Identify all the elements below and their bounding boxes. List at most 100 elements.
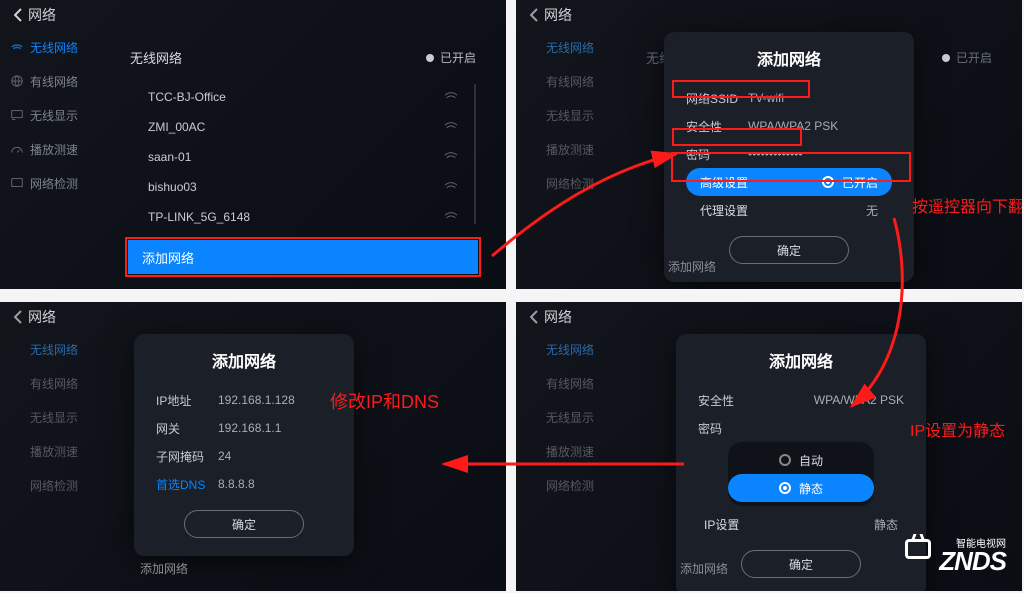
- sidebar-item-label: 无线网络: [30, 39, 78, 56]
- sidebar-item-display[interactable]: 无线显示: [0, 98, 96, 132]
- globe-icon: [526, 74, 540, 88]
- gauge-icon: [10, 444, 24, 458]
- sidebar-item-label: 网络检测: [30, 175, 78, 192]
- password-row[interactable]: 密码: [698, 414, 904, 442]
- wifi-row[interactable]: ZMI_00AC: [132, 112, 468, 142]
- globe-icon: [526, 376, 540, 390]
- sidebar-item-wireless[interactable]: 无线网络: [516, 332, 612, 366]
- add-network-modal: 添加网络 IP地址192.168.1.128 网关192.168.1.1 子网掩…: [134, 334, 354, 556]
- chevron-left-icon: [14, 310, 22, 324]
- ip-static-option[interactable]: 静态: [728, 474, 874, 502]
- chevron-left-icon: [530, 310, 538, 324]
- sidebar-item-wired[interactable]: 有线网络: [516, 64, 612, 98]
- cast-icon: [526, 410, 540, 424]
- add-network-label[interactable]: 添加网络: [140, 560, 188, 577]
- modal-title: 添加网络: [156, 348, 332, 372]
- ip-setting-row[interactable]: IP设置静态: [698, 510, 904, 538]
- chevron-left-icon: [14, 8, 22, 22]
- sidebar-item-display[interactable]: 无线显示: [0, 400, 96, 434]
- ip-row[interactable]: IP地址192.168.1.128: [156, 386, 332, 414]
- wifi-toggle[interactable]: 已开启: [942, 49, 992, 66]
- back-header[interactable]: 网络: [0, 0, 506, 30]
- watermark-logo: 智能电视网 ZNDS: [939, 535, 1006, 577]
- arrow-3: [438, 454, 688, 474]
- sidebar-item-display[interactable]: 无线显示: [516, 98, 612, 132]
- sidebar-item-detect[interactable]: 网络检测: [0, 468, 96, 502]
- back-label: 网络: [28, 5, 56, 25]
- screen-icon: [526, 478, 540, 492]
- sidebar: 无线网络 有线网络 无线显示 播放测速 网络检测: [0, 30, 96, 200]
- mask-row[interactable]: 子网掩码24: [156, 442, 332, 470]
- panel-bottom-right: 网络 无线网络 有线网络 无线显示 播放测速 网络检测 添加网络 安全性WPA/…: [516, 302, 1022, 591]
- wifi-row[interactable]: TCC-BJ-Office: [132, 82, 468, 112]
- back-header[interactable]: 网络: [516, 302, 1022, 332]
- annotation-box: [672, 80, 810, 98]
- sidebar-item-speed[interactable]: 播放测速: [0, 434, 96, 468]
- annotation-box: [671, 152, 911, 182]
- gateway-row[interactable]: 网关192.168.1.1: [156, 414, 332, 442]
- annotation-text: 按遥控器向下翻: [912, 193, 1022, 217]
- wifi-signal-icon: [444, 91, 458, 103]
- back-label: 网络: [544, 307, 572, 327]
- gauge-icon: [10, 142, 24, 156]
- sidebar-item-wired[interactable]: 有线网络: [0, 366, 96, 400]
- wifi-signal-icon: [444, 151, 458, 163]
- sidebar-item-wireless[interactable]: 无线网络: [516, 30, 612, 64]
- sidebar-item-display[interactable]: 无线显示: [516, 400, 612, 434]
- dns-row[interactable]: 首选DNS8.8.8.8: [156, 470, 332, 498]
- screen-icon: [10, 478, 24, 492]
- back-header[interactable]: 网络: [0, 302, 506, 332]
- sidebar-item-wired[interactable]: 有线网络: [516, 366, 612, 400]
- wifi-row[interactable]: TP-LINK_5G_6148: [132, 202, 468, 232]
- modal-title: 添加网络: [686, 46, 892, 70]
- confirm-button[interactable]: 确定: [184, 510, 304, 538]
- sidebar-item-label: 播放测速: [30, 141, 78, 158]
- globe-icon: [10, 74, 24, 88]
- cast-icon: [10, 108, 24, 122]
- ip-auto-option[interactable]: 自动: [728, 446, 874, 474]
- back-label: 网络: [544, 5, 572, 25]
- wifi-signal-icon: [444, 121, 458, 133]
- cast-icon: [526, 108, 540, 122]
- sidebar: 无线网络 有线网络 无线显示 播放测速 网络检测: [516, 332, 612, 502]
- annotation-text: IP设置为静态: [910, 417, 1005, 441]
- wifi-row[interactable]: saan-01: [132, 142, 468, 172]
- panel-top-left: 网络 无线网络 有线网络 无线显示 播放测速 网络检测 无线网络 已开启 TCC…: [0, 0, 506, 289]
- wifi-icon: [10, 342, 24, 356]
- tv-icon: [905, 539, 931, 559]
- add-network-label[interactable]: 添加网络: [680, 560, 728, 577]
- chevron-left-icon: [530, 8, 538, 22]
- annotation-box: [125, 237, 481, 277]
- sidebar-item-detect[interactable]: 网络检测: [0, 166, 96, 200]
- back-label: 网络: [28, 307, 56, 327]
- sidebar: 无线网络 有线网络 无线显示 播放测速 网络检测: [0, 332, 96, 502]
- wifi-icon: [526, 342, 540, 356]
- sidebar-item-label: 有线网络: [30, 73, 78, 90]
- wifi-list: TCC-BJ-Office ZMI_00AC saan-01 bishuo03 …: [132, 82, 468, 232]
- scrollbar[interactable]: [474, 84, 476, 224]
- wifi-header: 无线网络 已开启: [130, 48, 476, 67]
- confirm-button[interactable]: 确定: [741, 550, 861, 578]
- wifi-signal-icon: [444, 181, 458, 193]
- sidebar-item-label: 无线显示: [30, 107, 78, 124]
- radio-icon: [779, 482, 791, 494]
- cast-icon: [10, 410, 24, 424]
- sidebar-item-wired[interactable]: 有线网络: [0, 64, 96, 98]
- annotation-box: [672, 128, 802, 146]
- wifi-row[interactable]: bishuo03: [132, 172, 468, 202]
- globe-icon: [10, 376, 24, 390]
- arrow-2: [842, 214, 912, 414]
- arrow-1: [486, 150, 686, 270]
- confirm-button[interactable]: 确定: [729, 236, 849, 264]
- back-header[interactable]: 网络: [516, 0, 1022, 30]
- sidebar-item-wireless[interactable]: 无线网络: [0, 30, 96, 64]
- screen-icon: [10, 176, 24, 190]
- panel-bottom-left: 网络 无线网络 有线网络 无线显示 播放测速 网络检测 添加网络 IP地址192…: [0, 302, 506, 591]
- wifi-icon: [10, 40, 24, 54]
- wifi-icon: [526, 40, 540, 54]
- annotation-text: 修改IP和DNS: [330, 388, 439, 414]
- sidebar-item-wireless[interactable]: 无线网络: [0, 332, 96, 366]
- wifi-toggle[interactable]: 已开启: [426, 49, 476, 66]
- sidebar-item-speed[interactable]: 播放测速: [0, 132, 96, 166]
- wifi-signal-icon: [444, 211, 458, 223]
